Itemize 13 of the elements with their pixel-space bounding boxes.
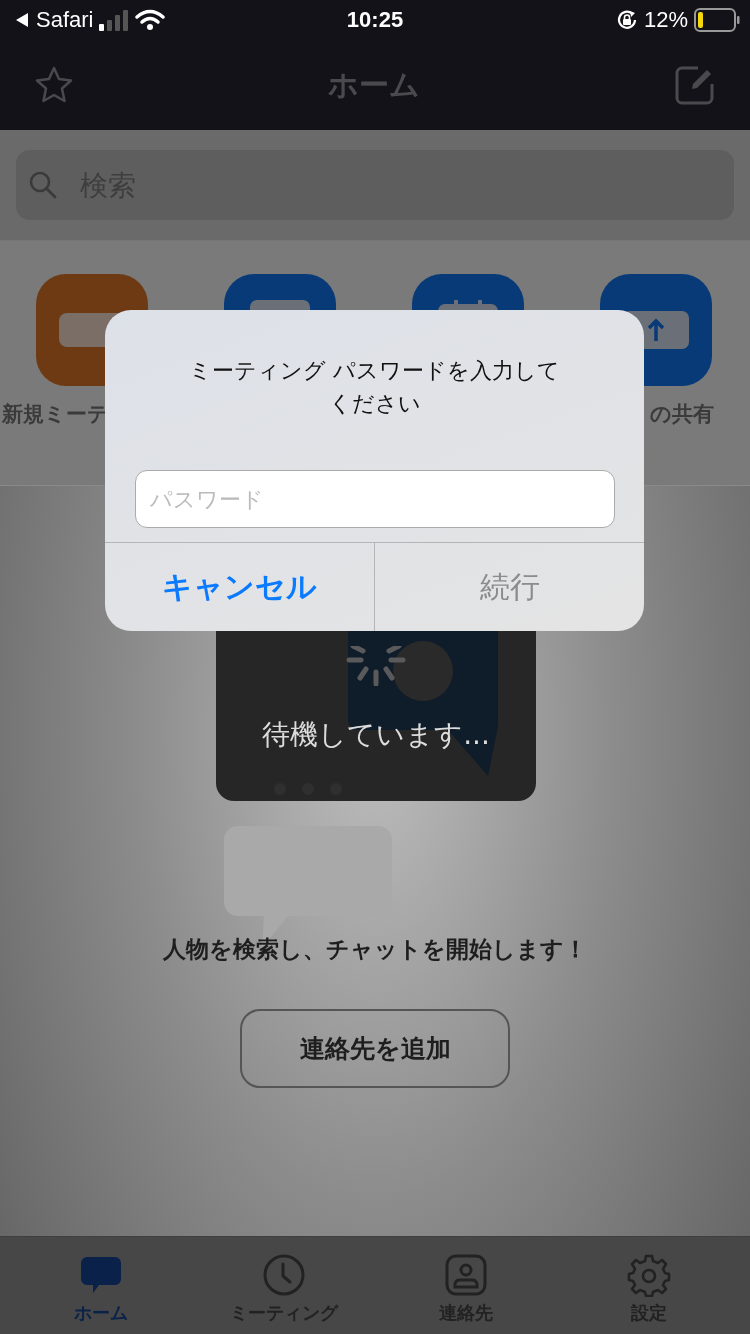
dialog-title: ミーティング パスワードを入力してください [188,357,561,418]
nav-title: ホーム [328,65,420,104]
tab-bar-item[interactable]: ホーム [21,1237,182,1334]
back-app-label[interactable]: Safari [36,7,94,33]
battery-percent: 12% [643,7,688,33]
status-time: 10:25 [346,7,404,33]
action-label: の共有 [650,401,714,428]
password-field[interactable]: パスワード [134,470,615,528]
dialog-button[interactable]: キャンセル [105,543,375,631]
add-contact-button[interactable]: 連絡先を追加 [240,1009,510,1088]
action-label: 新規ミーテ [2,401,109,428]
loading-text: 待機しています... [261,717,491,753]
empty-message: 人物を検索し、チャットを開始します！ [163,935,587,964]
